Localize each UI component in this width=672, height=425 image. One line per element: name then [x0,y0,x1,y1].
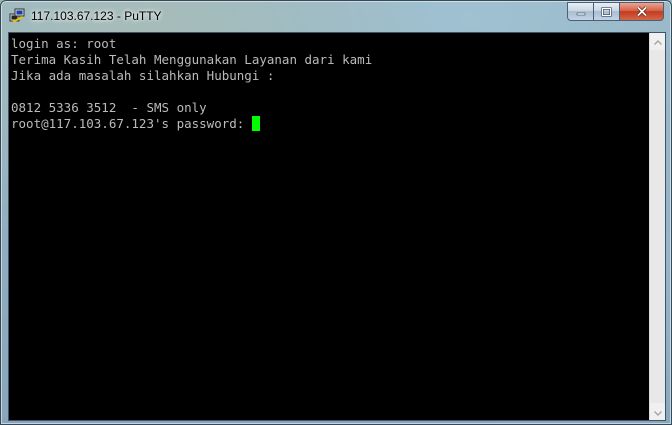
chevron-up-icon [653,32,662,50]
chevron-down-icon [653,403,662,421]
scroll-up-button[interactable] [650,33,665,49]
close-icon [636,6,648,17]
terminal-line: 0812 5336 3512 - SMS only [11,100,207,115]
maximize-icon [601,6,612,17]
putty-window: 117.103.67.123 - PuTTY login as: root Te… [0,0,672,425]
terminal-line: Jika ada masalah silahkan Hubungi : [11,68,275,83]
close-button[interactable] [619,2,664,21]
terminal-line: login as: root [11,36,117,51]
terminal-screen[interactable]: login as: root Terima Kasih Telah Menggu… [9,33,649,420]
password-prompt-line: root@117.103.67.123's password: [11,116,649,132]
terminal-area[interactable]: login as: root Terima Kasih Telah Menggu… [8,32,666,421]
scrollbar-track[interactable] [650,50,665,403]
terminal-cursor[interactable] [251,116,260,131]
minimize-button[interactable] [567,2,594,21]
maximize-button[interactable] [593,2,620,21]
terminal-line: Terima Kasih Telah Menggunakan Layanan d… [11,52,373,67]
title-bar[interactable]: 117.103.67.123 - PuTTY [1,1,671,32]
window-title: 117.103.67.123 - PuTTY [31,9,162,23]
vertical-scrollbar[interactable] [649,33,665,420]
password-prompt: root@117.103.67.123's password: [11,116,252,131]
scroll-down-button[interactable] [650,404,665,420]
putty-icon[interactable] [9,8,25,24]
minimize-icon [576,8,586,16]
